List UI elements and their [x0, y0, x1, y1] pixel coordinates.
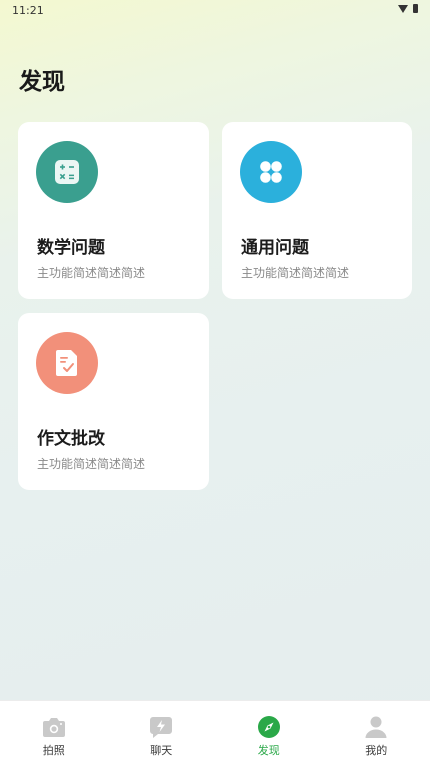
status-bar: 11:21 — [0, 0, 430, 22]
nav-item-chat[interactable]: 聊天 — [108, 701, 216, 766]
nav-label: 聊天 — [150, 744, 173, 757]
card-general-problems[interactable]: 通用问题 主功能简述简述简述 — [222, 122, 412, 299]
page-title: 发现 — [19, 69, 65, 95]
chat-lightning-icon — [149, 715, 173, 739]
nav-label: 发现 — [257, 744, 280, 757]
card-title: 数学问题 — [37, 238, 105, 258]
bottom-nav: 拍照 聊天 发现 我的 — [0, 700, 430, 766]
document-check-icon — [36, 332, 98, 394]
person-icon — [364, 715, 388, 739]
calculator-icon — [36, 141, 98, 203]
nav-item-discover[interactable]: 发现 — [215, 701, 323, 766]
nav-item-camera[interactable]: 拍照 — [0, 701, 108, 766]
card-math-problems[interactable]: 数学问题 主功能简述简述简述 — [18, 122, 209, 299]
card-description: 主功能简述简述简述 — [37, 457, 146, 471]
card-title: 作文批改 — [37, 429, 105, 449]
card-description: 主功能简述简述简述 — [241, 266, 350, 280]
card-description: 主功能简述简述简述 — [37, 266, 146, 280]
status-time: 11:21 — [12, 4, 44, 17]
card-title: 通用问题 — [241, 238, 309, 258]
nav-item-profile[interactable]: 我的 — [323, 701, 430, 766]
battery-icon — [413, 4, 418, 13]
nav-label: 我的 — [365, 744, 388, 757]
nav-label: 拍照 — [42, 744, 65, 757]
camera-icon — [42, 715, 66, 739]
status-icons — [398, 4, 418, 13]
card-essay-correction[interactable]: 作文批改 主功能简述简述简述 — [18, 313, 209, 490]
compass-icon — [257, 715, 281, 739]
grid-icon — [240, 141, 302, 203]
wifi-icon — [398, 4, 408, 13]
